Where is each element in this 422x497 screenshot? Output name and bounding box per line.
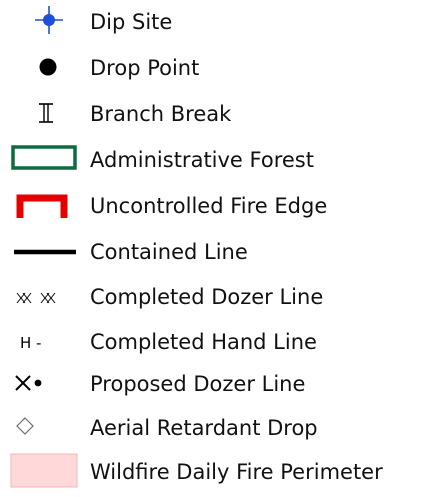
map-legend: Dip Site Drop Point Branch Break Adminis… [0, 0, 422, 497]
drop-point-icon [0, 46, 80, 90]
aerial-retardant-drop-icon [0, 406, 80, 450]
legend-item-wildfire-daily-fire-perimeter: Wildfire Daily Fire Perimeter [0, 450, 422, 494]
legend-item-uncontrolled-fire-edge: Uncontrolled Fire Edge [0, 184, 422, 228]
legend-item-drop-point: Drop Point [0, 46, 422, 90]
legend-label: Branch Break [90, 102, 232, 126]
completed-hand-line-icon: H - [0, 320, 80, 364]
legend-label: Administrative Forest [90, 148, 314, 172]
wildfire-daily-fire-perimeter-icon [0, 450, 80, 494]
branch-break-icon [0, 92, 80, 136]
completed-dozer-line-icon [0, 275, 80, 319]
legend-label: Completed Dozer Line [90, 285, 324, 309]
legend-label: Completed Hand Line [90, 330, 317, 354]
legend-label: Proposed Dozer Line [90, 372, 306, 396]
legend-item-administrative-forest: Administrative Forest [0, 138, 422, 182]
uncontrolled-fire-edge-icon [0, 184, 80, 228]
legend-item-completed-dozer-line: Completed Dozer Line [0, 275, 422, 319]
legend-label: Drop Point [90, 56, 200, 80]
legend-label: Wildfire Daily Fire Perimeter [90, 460, 383, 484]
completed-hand-line-symbol-text: H - [20, 334, 41, 352]
legend-item-proposed-dozer-line: Proposed Dozer Line [0, 362, 422, 406]
dip-site-icon [0, 0, 80, 44]
legend-item-branch-break: Branch Break [0, 92, 422, 136]
legend-item-completed-hand-line: H - Completed Hand Line [0, 320, 422, 364]
legend-item-dip-site: Dip Site [0, 0, 422, 44]
administrative-forest-icon [0, 138, 80, 182]
legend-item-aerial-retardant-drop: Aerial Retardant Drop [0, 406, 422, 450]
legend-label: Dip Site [90, 10, 173, 34]
proposed-dozer-line-icon [0, 362, 80, 406]
legend-label: Contained Line [90, 240, 248, 264]
legend-label: Uncontrolled Fire Edge [90, 194, 328, 218]
legend-item-contained-line: Contained Line [0, 230, 422, 274]
legend-label: Aerial Retardant Drop [90, 416, 318, 440]
contained-line-icon [0, 230, 80, 274]
